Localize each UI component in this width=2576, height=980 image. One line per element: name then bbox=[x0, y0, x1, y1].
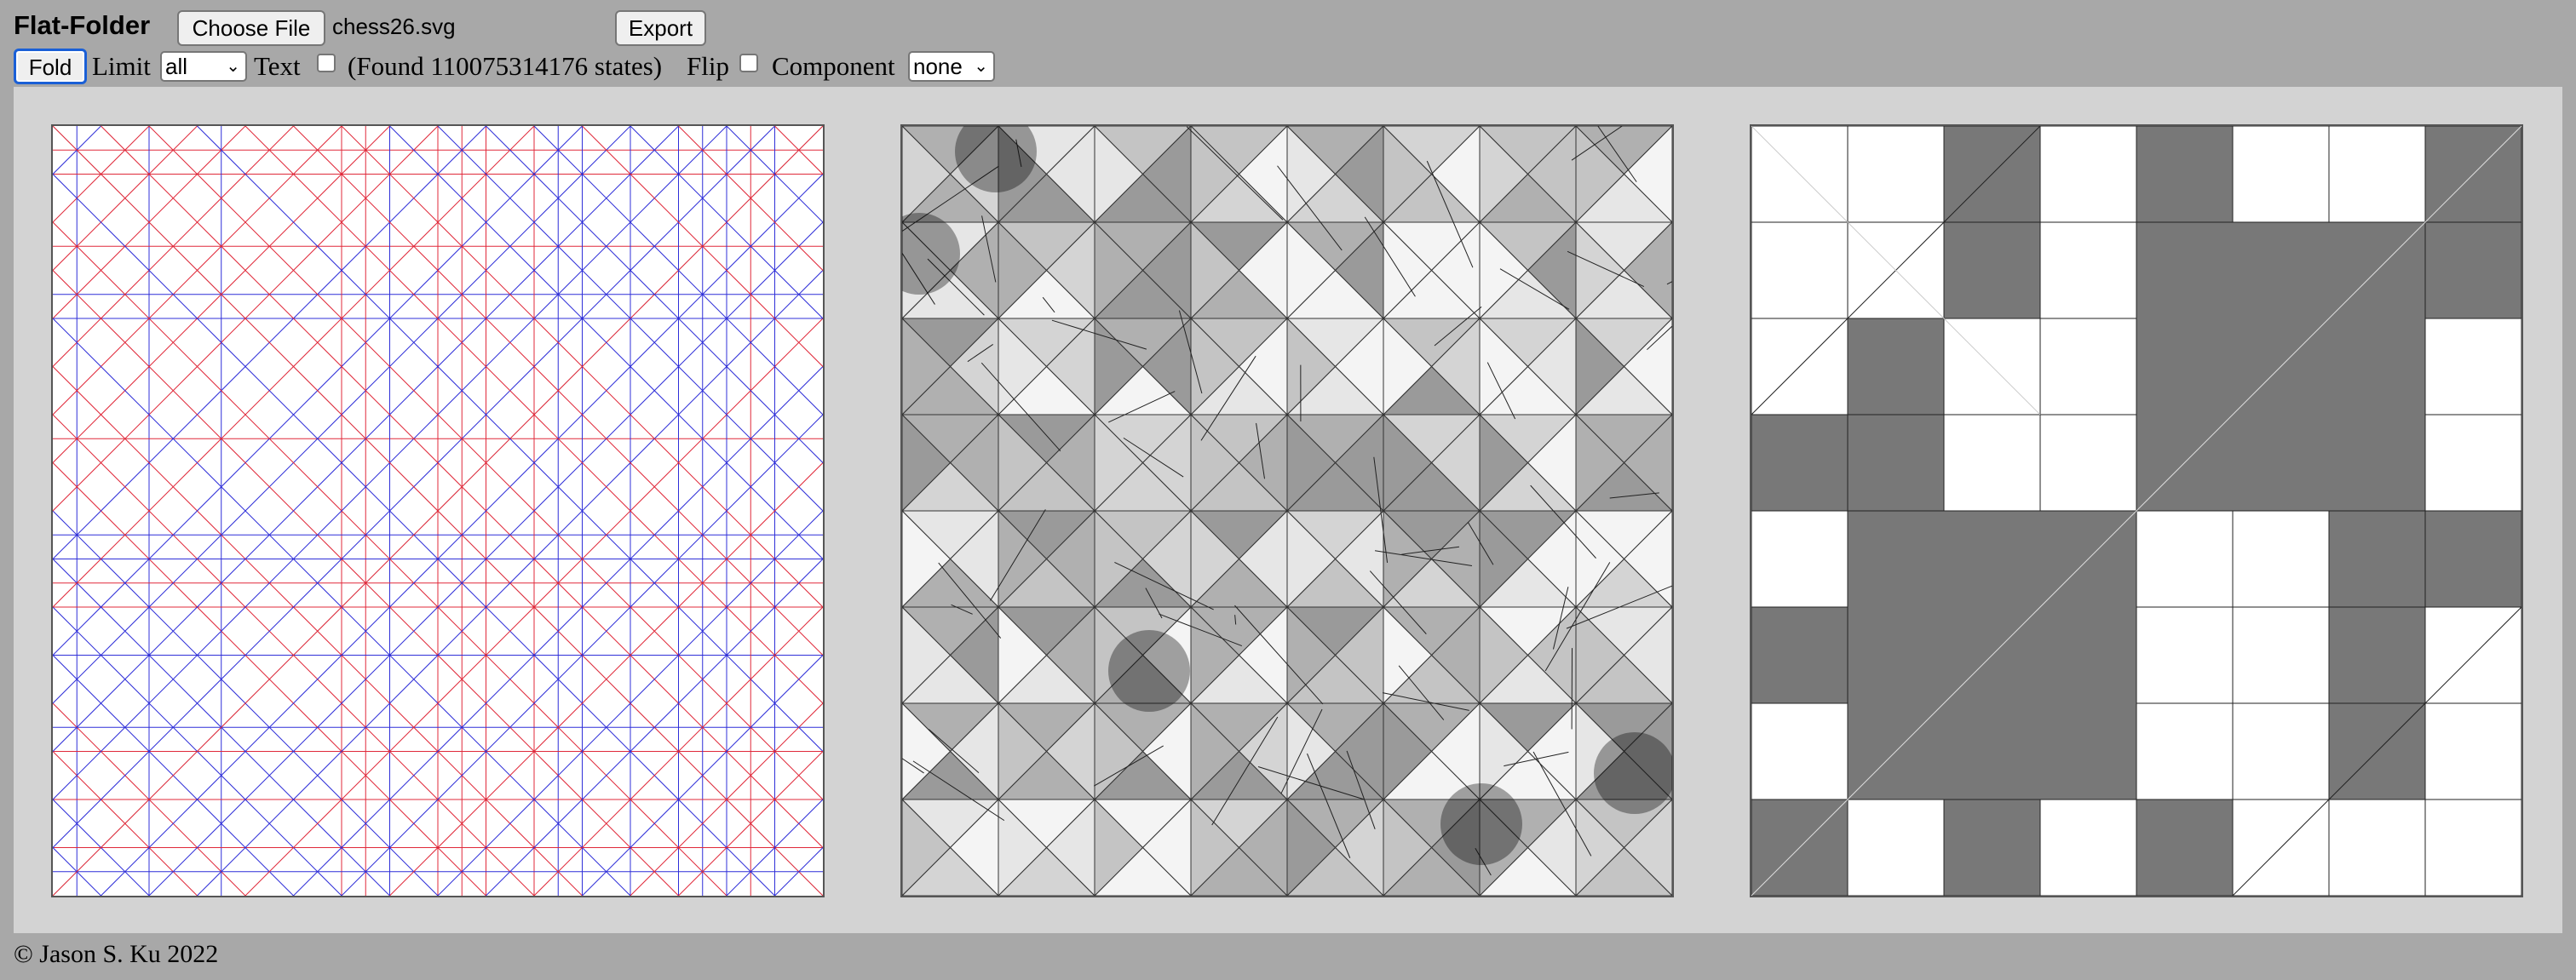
crease-pattern-view[interactable] bbox=[51, 124, 825, 897]
toolbar-controls-row: Fold Limit all ⌄ Text (Found 11007531417… bbox=[0, 48, 1107, 85]
crease-line bbox=[197, 126, 823, 753]
folded-face bbox=[1751, 414, 1849, 512]
crease-line bbox=[53, 126, 294, 368]
folded-face bbox=[2232, 702, 2330, 800]
folded-face bbox=[2039, 799, 2137, 896]
xray-dense-region bbox=[1594, 732, 1672, 814]
folded-face bbox=[2328, 510, 2426, 608]
views-panel bbox=[14, 87, 2562, 933]
folded-face bbox=[2039, 221, 2137, 319]
chevron-down-icon: ⌄ bbox=[226, 57, 240, 76]
crease-line bbox=[774, 846, 823, 896]
folded-face bbox=[1943, 799, 2041, 896]
folded-face bbox=[2424, 414, 2521, 512]
limit-select[interactable]: all ⌄ bbox=[160, 51, 247, 82]
folded-face bbox=[1847, 799, 1945, 896]
crease-line bbox=[774, 126, 823, 175]
crease-line bbox=[53, 365, 583, 896]
folded-face bbox=[2328, 126, 2426, 223]
folded-face bbox=[1751, 606, 1849, 704]
folded-state-svg bbox=[1751, 126, 2521, 896]
folded-face bbox=[2039, 318, 2137, 415]
folded-face bbox=[2039, 414, 2137, 512]
folded-face bbox=[2232, 606, 2330, 704]
component-select-value: none bbox=[913, 54, 963, 79]
crease-pattern-svg bbox=[53, 126, 823, 896]
folded-face bbox=[2136, 510, 2234, 608]
flip-label: Flip bbox=[687, 51, 729, 81]
crease-line bbox=[53, 173, 775, 896]
fold-button[interactable]: Fold bbox=[14, 49, 87, 84]
folded-face bbox=[2328, 799, 2426, 896]
states-count-text: (Found 110075314176 states) bbox=[348, 51, 663, 81]
component-label: Component bbox=[772, 51, 895, 81]
folded-face bbox=[2136, 606, 2234, 704]
app-title: Flat-Folder bbox=[14, 10, 151, 40]
folded-face bbox=[2232, 510, 2330, 608]
limit-label: Limit bbox=[92, 51, 151, 81]
folded-face bbox=[2039, 126, 2137, 223]
text-label: Text bbox=[254, 51, 301, 81]
folded-face bbox=[2136, 702, 2234, 800]
crease-line bbox=[53, 126, 583, 656]
overlap-xray-view[interactable] bbox=[900, 124, 1674, 897]
crease-line bbox=[197, 269, 823, 896]
crease-line bbox=[389, 126, 823, 560]
export-button[interactable]: Export bbox=[615, 10, 706, 46]
crease-line bbox=[389, 461, 823, 896]
crease-line bbox=[53, 750, 198, 896]
folded-face bbox=[1751, 510, 1849, 608]
folded-face bbox=[1847, 126, 1945, 223]
folded-face bbox=[2424, 510, 2521, 608]
crease-line bbox=[53, 126, 486, 560]
folded-face bbox=[1943, 221, 2041, 319]
crease-line bbox=[53, 461, 486, 896]
crease-line bbox=[486, 126, 823, 464]
crease-line bbox=[53, 126, 775, 849]
crease-line bbox=[486, 558, 823, 896]
choose-file-button[interactable]: Choose File bbox=[177, 10, 325, 46]
xray-dense-region bbox=[1440, 783, 1522, 865]
folded-face bbox=[2424, 799, 2521, 896]
folded-face bbox=[1943, 414, 2041, 512]
folded-face bbox=[2328, 606, 2426, 704]
crease-line bbox=[53, 126, 198, 272]
toolbar-file-row: Flat-Folder Choose File chess26.svg Expo… bbox=[0, 9, 852, 46]
folded-face bbox=[2136, 126, 2234, 223]
limit-select-value: all bbox=[165, 54, 188, 79]
folded-face bbox=[1847, 318, 1945, 415]
folded-face bbox=[2424, 318, 2521, 415]
folded-face bbox=[2232, 126, 2330, 223]
folded-face bbox=[2424, 702, 2521, 800]
chevron-down-icon: ⌄ bbox=[974, 57, 988, 76]
folded-face bbox=[1751, 702, 1849, 800]
folded-face bbox=[1751, 221, 1849, 319]
xray-dense-region bbox=[1108, 630, 1190, 712]
component-select[interactable]: none ⌄ bbox=[908, 51, 995, 82]
folded-face bbox=[1847, 414, 1945, 512]
folded-face bbox=[2424, 221, 2521, 319]
flip-checkbox[interactable] bbox=[739, 54, 758, 72]
folded-face bbox=[2136, 799, 2234, 896]
crease-line bbox=[53, 654, 294, 896]
text-checkbox[interactable] bbox=[317, 54, 336, 72]
file-name-label: chess26.svg bbox=[332, 14, 456, 39]
folded-state-view[interactable] bbox=[1750, 124, 2523, 897]
xray-svg bbox=[902, 126, 1672, 896]
copyright-footer: © Jason S. Ku 2022 bbox=[14, 940, 219, 968]
